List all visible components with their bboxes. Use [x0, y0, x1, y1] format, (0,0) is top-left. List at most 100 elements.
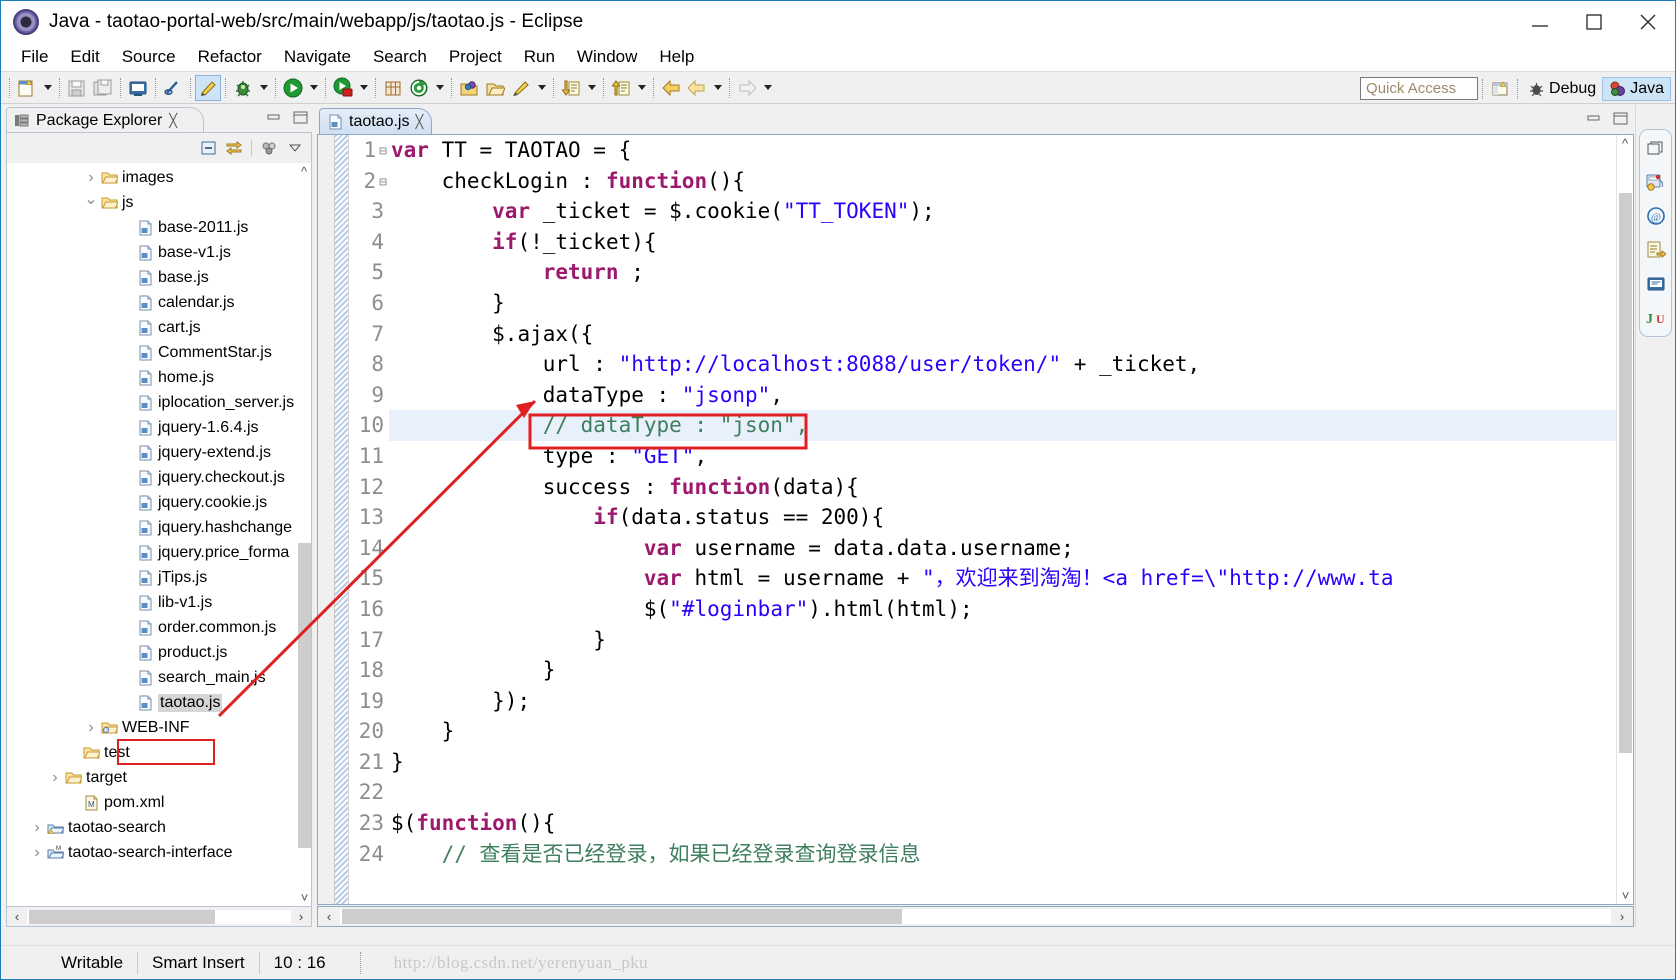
forward-arrow-icon[interactable]: [734, 75, 760, 101]
tree-vertical-scrollbar[interactable]: ^ ˅: [296, 163, 311, 906]
tree-item-base-v1-js[interactable]: base-v1.js: [7, 240, 296, 265]
collapse-all-icon[interactable]: [196, 137, 220, 159]
editor-vertical-scrollbar[interactable]: ^ ˅: [1616, 135, 1633, 904]
minimize-button[interactable]: [1513, 1, 1567, 43]
previous-annotation-dropdown[interactable]: [634, 75, 649, 101]
menu-help[interactable]: Help: [648, 45, 705, 69]
tree-item-jquery-price-forma[interactable]: jquery.price_forma: [7, 540, 296, 565]
tree-item-target[interactable]: target: [7, 765, 296, 790]
scroll-left-icon[interactable]: ‹: [7, 909, 27, 924]
restore-view-icon[interactable]: [1643, 136, 1669, 160]
tree-item-jtips-js[interactable]: jTips.js: [7, 565, 296, 590]
code-line[interactable]: dataType : "jsonp",: [389, 380, 1616, 411]
scrollbar-track[interactable]: [340, 909, 1611, 924]
quick-access-input[interactable]: Quick Access: [1360, 77, 1479, 100]
servers-view-icon[interactable]: [1643, 170, 1669, 194]
tree-item-product-js[interactable]: product.js: [7, 640, 296, 665]
menu-source[interactable]: Source: [111, 45, 187, 69]
tree-item-web-inf[interactable]: WEB-INF: [7, 715, 296, 740]
chevron-down-icon[interactable]: [83, 193, 99, 213]
new-wizard-dropdown[interactable]: [40, 75, 55, 101]
annotation-ruler[interactable]: [318, 135, 335, 904]
print-icon[interactable]: [125, 75, 151, 101]
console-view-icon[interactable]: [1643, 272, 1669, 296]
menu-window[interactable]: Window: [566, 45, 648, 69]
tree-item-search-main-js[interactable]: search_main.js: [7, 665, 296, 690]
code-line[interactable]: checkLogin : function(){: [389, 166, 1616, 197]
save-all-icon[interactable]: [90, 75, 116, 101]
tree-item-taotao-search-interface[interactable]: Mtaotao-search-interface: [7, 840, 296, 865]
tree-item-images[interactable]: images: [7, 165, 296, 190]
tree-item-pom-xml[interactable]: Mpom.xml: [7, 790, 296, 815]
code-line[interactable]: }: [389, 716, 1616, 747]
code-line[interactable]: var html = username + "，欢迎来到淘淘！<a href=\…: [389, 563, 1616, 594]
junit-view-icon[interactable]: JU: [1643, 306, 1669, 330]
chevron-right-icon[interactable]: [47, 769, 63, 787]
menu-run[interactable]: Run: [513, 45, 566, 69]
breakpoint-dropdown[interactable]: [534, 75, 549, 101]
scroll-right-icon[interactable]: ›: [1611, 909, 1633, 924]
tree-item-jquery-hashchange[interactable]: jquery.hashchange: [7, 515, 296, 540]
toggle-markoccurrence-icon[interactable]: [160, 75, 186, 101]
tree-item-jquery-cookie-js[interactable]: jquery.cookie.js: [7, 490, 296, 515]
folding-ruler[interactable]: [335, 135, 349, 904]
code-line[interactable]: $.ajax({: [389, 319, 1616, 350]
menu-refactor[interactable]: Refactor: [187, 45, 273, 69]
annotation-view-icon[interactable]: @: [1643, 204, 1669, 228]
open-type-dropdown[interactable]: [432, 75, 447, 101]
menu-edit[interactable]: Edit: [59, 45, 110, 69]
next-annotation-icon[interactable]: [558, 75, 584, 101]
scroll-down-icon[interactable]: ˅: [1617, 887, 1634, 904]
open-type-icon[interactable]: [406, 75, 432, 101]
link-with-editor-icon[interactable]: [222, 137, 246, 159]
menu-navigate[interactable]: Navigate: [273, 45, 362, 69]
maximize-button[interactable]: [1567, 1, 1621, 43]
previous-annotation-icon[interactable]: [608, 75, 634, 101]
code-line[interactable]: // 查看是否已经登录，如果已经登录查询登录信息: [389, 839, 1616, 870]
chevron-right-icon[interactable]: [83, 719, 99, 737]
code-text-area[interactable]: var TT = TAOTAO = { checkLogin : functio…: [389, 135, 1616, 904]
tree-item-test[interactable]: test: [7, 740, 296, 765]
view-dropdown-icon[interactable]: [283, 137, 307, 159]
toggle-breakpoint-icon[interactable]: [508, 75, 534, 101]
scroll-down-icon[interactable]: ˅: [297, 889, 311, 906]
view-menu-icon[interactable]: [257, 137, 281, 159]
new-package-icon[interactable]: [380, 75, 406, 101]
code-line[interactable]: if(!_ticket){: [389, 227, 1616, 258]
navigation-dropdown[interactable]: [710, 75, 725, 101]
open-perspective-icon[interactable]: [456, 75, 482, 101]
run-external-dropdown[interactable]: [356, 75, 371, 101]
perspective-java[interactable]: Java: [1602, 76, 1671, 101]
code-line[interactable]: url : "http://localhost:8088/user/token/…: [389, 349, 1616, 380]
tree-item-lib-v1-js[interactable]: lib-v1.js: [7, 590, 296, 615]
forward-navigation-icon[interactable]: [684, 75, 710, 101]
code-line[interactable]: if(data.status == 200){: [389, 502, 1616, 533]
tree-item-jquery-1-6-4-js[interactable]: jquery-1.6.4.js: [7, 415, 296, 440]
scrollbar-track[interactable]: [27, 909, 291, 924]
code-line[interactable]: [389, 777, 1616, 808]
tree-item-jquery-checkout-js[interactable]: jquery.checkout.js: [7, 465, 296, 490]
chevron-right-icon[interactable]: [29, 819, 45, 837]
scrollbar-thumb[interactable]: [29, 909, 215, 924]
code-line[interactable]: var _ticket = $.cookie("TT_TOKEN");: [389, 196, 1616, 227]
code-line[interactable]: var TT = TAOTAO = {: [389, 135, 1616, 166]
new-wizard-icon[interactable]: [14, 75, 40, 101]
menu-file[interactable]: File: [10, 45, 59, 69]
next-annotation-dropdown[interactable]: [584, 75, 599, 101]
code-line[interactable]: }: [389, 288, 1616, 319]
run-icon[interactable]: [280, 75, 306, 101]
scroll-up-icon[interactable]: ^: [1617, 135, 1633, 152]
tree-item-js[interactable]: js: [7, 190, 296, 215]
tab-package-explorer[interactable]: Package Explorer ╳: [6, 107, 205, 133]
scroll-up-icon[interactable]: ^: [297, 163, 311, 180]
code-line[interactable]: // dataType : "json",: [389, 410, 1616, 441]
chevron-right-icon[interactable]: [29, 844, 45, 862]
perspective-debug[interactable]: Debug: [1522, 78, 1602, 100]
scroll-right-icon[interactable]: ›: [291, 909, 311, 924]
scrollbar-thumb[interactable]: [1619, 193, 1632, 753]
menu-project[interactable]: Project: [438, 45, 513, 69]
tree-item-order-common-js[interactable]: order.common.js: [7, 615, 296, 640]
close-button[interactable]: [1621, 1, 1675, 43]
tree-item-jquery-extend-js[interactable]: jquery-extend.js: [7, 440, 296, 465]
back-navigation-icon[interactable]: [658, 75, 684, 101]
